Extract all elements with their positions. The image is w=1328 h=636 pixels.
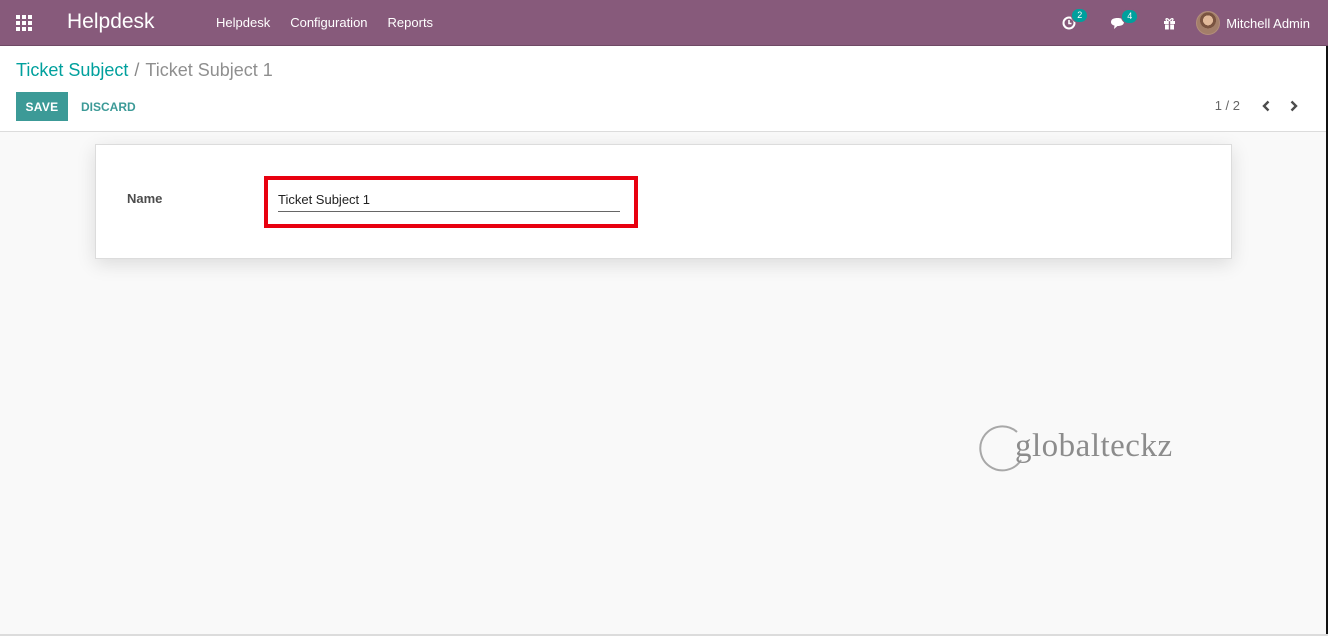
user-name: Mitchell Admin (1226, 15, 1310, 31)
app-title[interactable]: Helpdesk (67, 10, 155, 34)
breadcrumb: Ticket Subject / Ticket Subject 1 (16, 60, 273, 81)
chevron-right-icon (1290, 100, 1298, 112)
breadcrumb-parent-link[interactable]: Ticket Subject (16, 60, 128, 80)
top-navbar: Helpdesk Helpdesk Configuration Reports … (0, 0, 1328, 46)
name-label: Name (127, 191, 163, 206)
name-input[interactable] (278, 188, 620, 212)
pager-previous-button[interactable] (1256, 96, 1276, 116)
avatar (1196, 11, 1221, 35)
breadcrumb-current: Ticket Subject 1 (145, 60, 273, 80)
menu-item-reports[interactable]: Reports (388, 15, 434, 30)
form-sheet: Name (95, 144, 1232, 259)
pager-next-button[interactable] (1284, 96, 1304, 116)
discard-button[interactable]: DISCARD (73, 92, 144, 121)
pager-value[interactable]: 1 / 2 (1215, 98, 1240, 113)
watermark-logo: globalteckz (977, 424, 1197, 474)
control-panel: Ticket Subject / Ticket Subject 1 SAVE DIS… (0, 46, 1328, 132)
messages-count-badge: 4 (1122, 9, 1138, 23)
menu-item-helpdesk[interactable]: Helpdesk (216, 15, 270, 30)
watermark-text: globalteckz (1015, 428, 1173, 464)
user-menu[interactable]: Mitchell Admin (1196, 11, 1310, 35)
breadcrumb-separator: / (134, 60, 140, 80)
main-menu: Helpdesk Configuration Reports (216, 15, 453, 30)
systray: 2 4 Mitchell Admin (1062, 0, 1328, 46)
activities-button[interactable]: 2 (1062, 9, 1088, 30)
save-button[interactable]: SAVE (16, 92, 68, 121)
gift-button[interactable] (1163, 17, 1176, 30)
highlight-annotation-box (264, 176, 638, 228)
activities-count-badge: 2 (1072, 9, 1088, 22)
messages-button[interactable]: 4 (1110, 9, 1138, 30)
gift-icon (1164, 17, 1176, 29)
menu-item-configuration[interactable]: Configuration (290, 15, 367, 30)
apps-menu-icon[interactable] (16, 15, 32, 31)
chevron-left-icon (1262, 100, 1270, 112)
